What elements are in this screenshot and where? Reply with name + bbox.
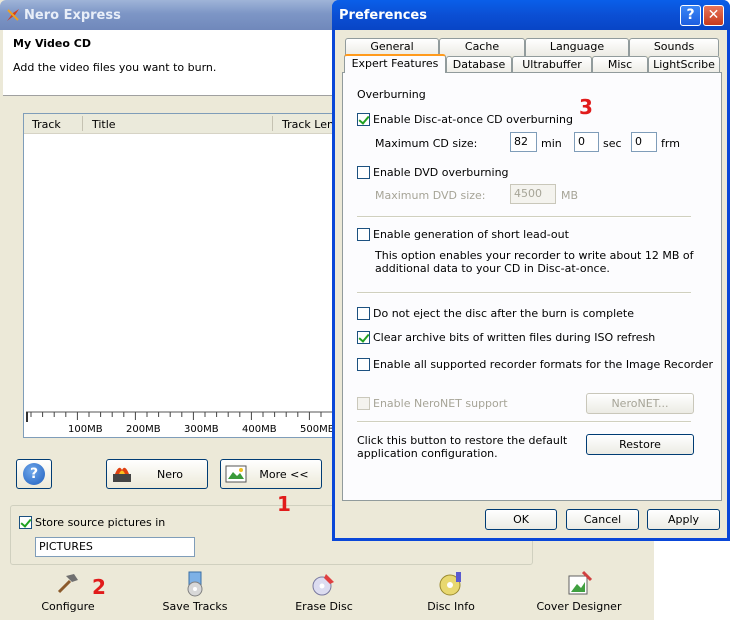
action-button-row: ? Nero More <<: [8, 452, 348, 497]
save-tracks-icon: [187, 571, 203, 597]
disc-info-icon: [439, 572, 461, 596]
max-cd-size-label: Maximum CD size:: [375, 137, 478, 150]
erase-disc-icon: [312, 574, 334, 596]
close-button[interactable]: ✕: [703, 5, 724, 26]
column-title[interactable]: Title: [92, 118, 116, 131]
divider: [357, 292, 691, 294]
store-source-label: Store source pictures in: [35, 516, 166, 529]
more-button[interactable]: More <<: [220, 459, 322, 489]
cover-designer-icon: [568, 570, 593, 595]
more-button-label: More <<: [259, 468, 309, 481]
page-subtitle: Add the video files you want to burn.: [13, 61, 217, 74]
no-eject-checkbox[interactable]: [357, 307, 370, 320]
nero-button-label: Nero: [156, 468, 183, 481]
preferences-title-bar[interactable]: Preferences ? ✕: [332, 0, 730, 30]
clear-archive-label: Clear archive bits of written files duri…: [373, 331, 656, 344]
neronet-label: Enable NeroNET support: [373, 397, 508, 410]
page-title: My Video CD: [13, 37, 91, 50]
expert-features-panel: Overburning 3 Enable Disc-at-once CD ove…: [342, 72, 722, 501]
neronet-checkbox[interactable]: [357, 397, 370, 410]
max-cd-frm-input[interactable]: 0: [631, 132, 657, 152]
neronet-button[interactable]: NeroNET...: [586, 393, 694, 414]
ruler-ticks: [26, 411, 342, 422]
cd-overburning-checkbox[interactable]: [357, 113, 370, 126]
store-source-checkbox[interactable]: [19, 516, 32, 529]
track-list-header: Track Title Track Leng: [24, 114, 342, 134]
tab-language[interactable]: Language: [525, 38, 629, 56]
tab-sounds[interactable]: Sounds: [629, 38, 719, 56]
column-track[interactable]: Track: [32, 118, 61, 131]
restore-description: Click this button to restore the default: [357, 434, 568, 447]
capacity-ruler: 100MB 200MB 300MB 400MB 500MB: [24, 406, 342, 437]
disc-info-button[interactable]: Disc Info: [401, 570, 501, 613]
mb-unit-label: MB: [561, 189, 579, 202]
overburning-heading: Overburning: [357, 88, 426, 101]
annotation-marker-3: 3: [579, 95, 593, 119]
annotation-marker-1: 1: [277, 492, 291, 516]
save-tracks-button[interactable]: Save Tracks: [145, 570, 245, 613]
sec-unit-label: sec: [603, 137, 622, 150]
help-button[interactable]: ?: [16, 459, 52, 489]
ruler-label: 100MB: [68, 424, 103, 435]
short-leadout-description: This option enables your recorder to wri…: [375, 249, 694, 262]
ruler-label: 200MB: [126, 424, 161, 435]
ruler-label: 500MB: [300, 424, 335, 435]
help-caption-button[interactable]: ?: [680, 5, 701, 26]
all-formats-checkbox[interactable]: [357, 358, 370, 371]
short-leadout-checkbox[interactable]: [357, 228, 370, 241]
all-formats-label: Enable all supported recorder formats fo…: [373, 358, 714, 371]
help-icon: ?: [23, 463, 45, 485]
erase-disc-label: Erase Disc: [295, 600, 353, 613]
configure-label: Configure: [41, 600, 95, 613]
frm-unit-label: frm: [661, 137, 680, 150]
pictures-folder-input[interactable]: PICTURES: [35, 537, 195, 557]
max-cd-min-input[interactable]: 82: [510, 132, 537, 152]
max-dvd-size-label: Maximum DVD size:: [375, 189, 486, 202]
dvd-overburning-label: Enable DVD overburning: [373, 166, 509, 179]
preferences-title: Preferences: [339, 8, 427, 23]
nero-button[interactable]: Nero: [106, 459, 208, 489]
question-icon: ?: [686, 7, 695, 23]
restore-button[interactable]: Restore: [586, 434, 694, 455]
erase-disc-button[interactable]: Erase Disc: [274, 570, 374, 613]
tab-cache[interactable]: Cache: [439, 38, 525, 56]
apply-button[interactable]: Apply: [647, 509, 720, 530]
save-tracks-label: Save Tracks: [162, 600, 228, 613]
cancel-button[interactable]: Cancel: [566, 509, 639, 530]
column-separator[interactable]: [272, 116, 273, 131]
disc-info-label: Disc Info: [427, 600, 475, 613]
ruler-label: 400MB: [242, 424, 277, 435]
max-dvd-size-input[interactable]: 4500: [510, 184, 556, 204]
nero-flame-icon: [113, 467, 131, 482]
dvd-overburning-checkbox[interactable]: [357, 166, 370, 179]
short-leadout-description: additional data to your CD in Disc-at-on…: [375, 262, 610, 275]
min-unit-label: min: [541, 137, 562, 150]
ruler-label: 300MB: [184, 424, 219, 435]
restore-description: application configuration.: [357, 447, 498, 460]
clear-archive-checkbox[interactable]: [357, 331, 370, 344]
short-leadout-label: Enable generation of short lead-out: [373, 228, 569, 241]
divider: [357, 421, 691, 423]
divider: [357, 216, 691, 218]
nero-app-icon: [7, 9, 19, 21]
hammer-icon: [57, 574, 78, 594]
cd-overburning-label: Enable Disc-at-once CD overburning: [373, 113, 573, 126]
ok-button[interactable]: OK: [485, 509, 557, 530]
more-options-icon: [225, 465, 247, 483]
cover-designer-label: Cover Designer: [536, 600, 622, 613]
preferences-dialog: Preferences ? ✕ General Cache Language S…: [332, 0, 730, 541]
close-icon: ✕: [707, 7, 720, 23]
track-list[interactable]: Track Title Track Leng 100MB 200MB 300MB…: [23, 113, 343, 438]
tab-expert-features[interactable]: Expert Features: [344, 54, 446, 73]
no-eject-label: Do not eject the disc after the burn is …: [373, 307, 635, 320]
max-cd-sec-input[interactable]: 0: [574, 132, 599, 152]
annotation-marker-2: 2: [92, 575, 106, 599]
cover-designer-button[interactable]: Cover Designer: [529, 570, 629, 613]
main-window-title: Nero Express: [24, 8, 121, 23]
column-separator[interactable]: [82, 116, 83, 131]
